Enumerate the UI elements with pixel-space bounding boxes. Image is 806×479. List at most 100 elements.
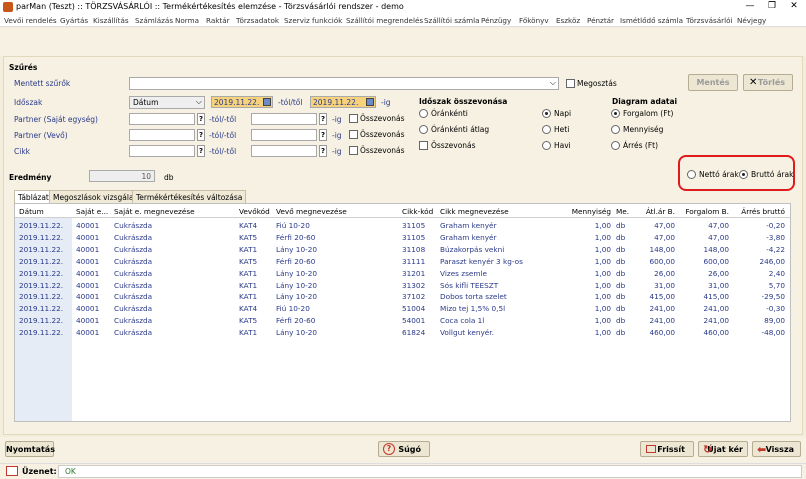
menu-item-szerviz[interactable]: Szerviz funkciók [284, 16, 342, 25]
calendar-icon[interactable] [263, 98, 271, 106]
cell-own-code: 40001 [76, 268, 100, 278]
menu-item-penzugy[interactable]: Pénzügy [481, 16, 511, 25]
menu-item-torzsvasarloi[interactable]: Törzsvásárlói [686, 16, 732, 25]
cell-own-code: 40001 [76, 328, 100, 338]
header-item-code[interactable]: Cikk-kód [402, 207, 433, 216]
help-button[interactable]: ? Súgó [378, 441, 430, 457]
header-turnover[interactable]: Forgalom B. [679, 207, 729, 216]
table-row[interactable]: 2019.11.22. 40001 Cukrászda KAT1 Lány 10-20 3… [15, 244, 790, 256]
partner-buyer-from-input[interactable] [129, 129, 195, 141]
menu-item-norma[interactable]: Norma [175, 16, 199, 25]
tab-sales-change[interactable]: Termékértékesítés változása [132, 190, 247, 203]
tab-table[interactable]: Táblázat [14, 190, 53, 203]
radio-turnover[interactable] [611, 109, 620, 118]
table-row[interactable]: 2019.11.22. 40001 Cukrászda KAT1 Lány 10-20 3… [15, 291, 790, 303]
radio-hourly[interactable] [419, 109, 428, 118]
header-quantity[interactable]: Mennyiség [567, 207, 611, 216]
table-row[interactable]: 2019.11.22. 40001 Cukrászda KAT5 Férfi 20-60… [15, 315, 790, 327]
menu-item-szallitoi-megrendeles[interactable]: Szállítói megrendelés [346, 16, 423, 25]
maximize-button[interactable]: ❐ [762, 1, 782, 11]
period-type-select[interactable]: Dátum ⌵ [129, 96, 205, 109]
menu-item-penztar[interactable]: Pénztár [587, 16, 614, 25]
menu-item-kiszallitas[interactable]: Kiszállítás [93, 16, 129, 25]
cell-date: 2019.11.22. [19, 244, 64, 254]
menu-item-raktar[interactable]: Raktár [206, 16, 230, 25]
partner-buyer-to-input[interactable] [251, 129, 317, 141]
partner-own-from-input[interactable] [129, 113, 195, 125]
header-margin[interactable]: Árrés bruttó [733, 207, 785, 216]
menu-item-ismetlodo-szamla[interactable]: Ismétlődő számla [620, 16, 683, 25]
radio-gross-prices[interactable] [739, 170, 748, 179]
menu-item-vevoi-rendeles[interactable]: Vevői rendelés [4, 16, 57, 25]
close-button[interactable]: ✕ [784, 1, 804, 11]
saved-filters-select[interactable]: ⌵ [129, 77, 559, 90]
menu-item-torzsadatok[interactable]: Törzsadatok [236, 16, 279, 25]
cell-own-name: Cukrászda [114, 328, 153, 338]
partner-own-from-lookup[interactable]: ? [197, 113, 205, 125]
menu-item-fokonyv[interactable]: Főkönyv [519, 16, 549, 25]
radio-weekly[interactable] [542, 125, 551, 134]
cell-own-code: 40001 [76, 304, 100, 314]
new-request-button[interactable]: ↻ Újat kér [698, 441, 748, 457]
menu-item-nevjegy[interactable]: Névjegy [737, 16, 766, 25]
item-from-lookup[interactable]: ? [197, 145, 205, 157]
date-to-input[interactable]: 2019.11.22. [310, 96, 376, 108]
item-from-input[interactable] [129, 145, 195, 157]
header-own-name[interactable]: Saját e. megnevezése [114, 207, 195, 216]
partner-buyer-from-lookup[interactable]: ? [197, 129, 205, 141]
period-merge-checkbox[interactable] [419, 141, 428, 150]
minimize-button[interactable]: — [740, 1, 760, 11]
partner-buyer-to-lookup[interactable]: ? [319, 129, 327, 141]
date-from-input[interactable]: 2019.11.22. [211, 96, 273, 108]
menu-item-szamlazas[interactable]: Számlázás [135, 16, 173, 25]
header-buyer-name[interactable]: Vevő megnevezése [276, 207, 347, 216]
filter-section-title: Szűrés [9, 63, 38, 72]
item-to-lookup[interactable]: ? [319, 145, 327, 157]
table-row[interactable]: 2019.11.22. 40001 Cukrászda KAT5 Férfi 20-60… [15, 232, 790, 244]
radio-hourly-avg[interactable] [419, 125, 428, 134]
cell-own-name: Cukrászda [114, 256, 153, 266]
calendar-icon[interactable] [366, 98, 374, 106]
cell-buyer-name: Lány 10-20 [276, 280, 318, 290]
radio-margin[interactable] [611, 141, 620, 150]
table-row[interactable]: 2019.11.22. 40001 Cukrászda KAT1 Lány 10-20 3… [15, 280, 790, 292]
radio-net-prices[interactable] [687, 170, 696, 179]
save-button[interactable]: Mentés [688, 74, 738, 91]
table-row[interactable]: 2019.11.22. 40001 Cukrászda KAT1 Lány 10-20 6… [15, 327, 790, 339]
partner-own-to-lookup[interactable]: ? [319, 113, 327, 125]
header-item-name[interactable]: Cikk megnevezése [440, 207, 509, 216]
table-row[interactable]: 2019.11.22. 40001 Cukrászda KAT1 Lány 10-20 3… [15, 268, 790, 280]
header-avg-price[interactable]: Átl.ár B. [635, 207, 675, 216]
cell-buyer-code: KAT5 [239, 316, 258, 326]
radio-daily[interactable] [542, 109, 551, 118]
refresh-button[interactable]: Frissít [640, 441, 694, 457]
item-merge-checkbox[interactable] [349, 146, 358, 155]
delete-button[interactable]: ✕ Törlés [743, 74, 793, 91]
item-to-input[interactable] [251, 145, 317, 157]
radio-monthly[interactable] [542, 141, 551, 150]
table-row[interactable]: 2019.11.22. 40001 Cukrászda KAT4 Fiú 10-20 31… [15, 220, 790, 232]
share-label: Megosztás [577, 79, 617, 88]
cell-buyer-name: Lány 10-20 [276, 268, 318, 278]
partner-buyer-merge-label: Összevonás [360, 130, 405, 139]
header-unit[interactable]: Me. [616, 207, 629, 216]
back-button[interactable]: ⬅ Vissza [752, 441, 801, 457]
partner-own-to-input[interactable] [251, 113, 317, 125]
menu-item-eszkoz[interactable]: Eszköz [556, 16, 580, 25]
window-title: parMan (Teszt) :: TÖRZSVÁSÁRLÓI :: Termé… [16, 2, 404, 11]
print-button[interactable]: Nyomtatás [5, 441, 55, 457]
header-own-code[interactable]: Saját e... [76, 207, 110, 216]
partner-own-label: Partner (Saját egység) [14, 115, 98, 124]
table-row[interactable]: 2019.11.22. 40001 Cukrászda KAT4 Fiú 10-20 51… [15, 303, 790, 315]
header-buyer-code[interactable]: Vevőkód [239, 207, 270, 216]
share-checkbox[interactable] [566, 79, 575, 88]
header-date[interactable]: Dátum [19, 207, 44, 216]
menu-item-szallitoi-szamla[interactable]: Szállítói számla [424, 16, 480, 25]
partner-own-merge-checkbox[interactable] [349, 114, 358, 123]
cell-margin: -4,22 [766, 244, 785, 254]
radio-quantity[interactable] [611, 125, 620, 134]
menu-item-gyartas[interactable]: Gyártás [60, 16, 88, 25]
partner-buyer-merge-checkbox[interactable] [349, 130, 358, 139]
tab-distribution[interactable]: Megoszlások vizsgálata [49, 190, 146, 203]
table-row[interactable]: 2019.11.22. 40001 Cukrászda KAT5 Férfi 20-60… [15, 256, 790, 268]
